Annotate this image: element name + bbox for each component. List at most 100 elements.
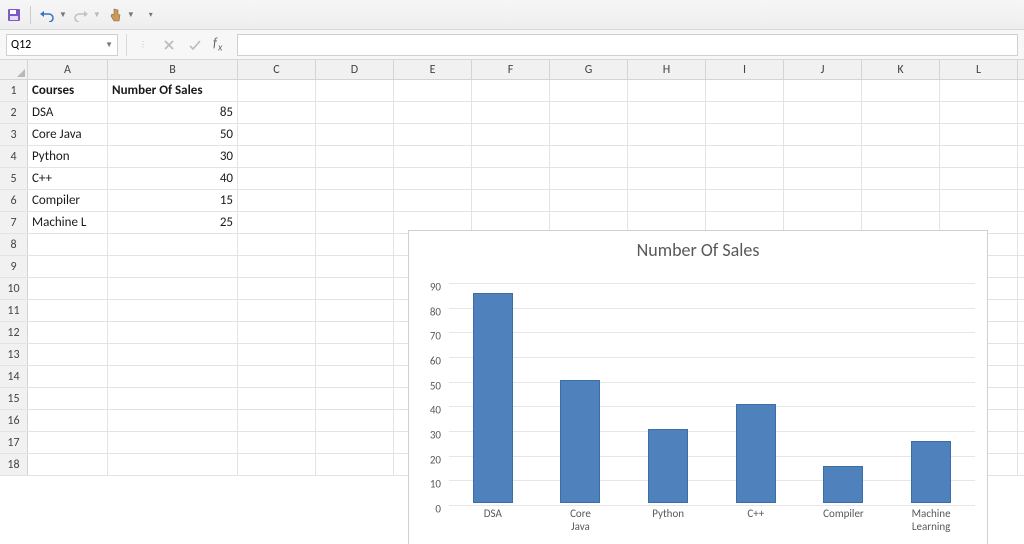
cell-J2[interactable]	[784, 102, 862, 123]
save-icon[interactable]	[6, 7, 22, 23]
cell-I4[interactable]	[706, 146, 784, 167]
formula-bar[interactable]	[237, 34, 1018, 56]
cell-F2[interactable]	[472, 102, 550, 123]
row-header-15[interactable]: 15	[0, 388, 28, 409]
cell-C16[interactable]	[238, 410, 316, 431]
row-header-9[interactable]: 9	[0, 256, 28, 277]
cell-D3[interactable]	[316, 124, 394, 145]
cell-E3[interactable]	[394, 124, 472, 145]
chart-object[interactable]: Number Of Sales 0102030405060708090 DSAC…	[408, 230, 988, 544]
cell-B15[interactable]	[108, 388, 238, 409]
cell-L1[interactable]	[940, 80, 1018, 101]
cell-A15[interactable]	[28, 388, 108, 409]
cell-A2[interactable]: DSA	[28, 102, 108, 123]
cell-D2[interactable]	[316, 102, 394, 123]
cell-C18[interactable]	[238, 454, 316, 475]
row-header-17[interactable]: 17	[0, 432, 28, 453]
name-box[interactable]: Q12 ▼	[6, 34, 118, 56]
cell-C9[interactable]	[238, 256, 316, 277]
cell-G3[interactable]	[550, 124, 628, 145]
cell-B17[interactable]	[108, 432, 238, 453]
cell-B2[interactable]: 85	[108, 102, 238, 123]
cell-B12[interactable]	[108, 322, 238, 343]
cell-G5[interactable]	[550, 168, 628, 189]
cell-K3[interactable]	[862, 124, 940, 145]
cell-I5[interactable]	[706, 168, 784, 189]
cell-C17[interactable]	[238, 432, 316, 453]
cell-A3[interactable]: Core Java	[28, 124, 108, 145]
cell-L3[interactable]	[940, 124, 1018, 145]
cell-C12[interactable]	[238, 322, 316, 343]
cell-D9[interactable]	[316, 256, 394, 277]
cell-C7[interactable]	[238, 212, 316, 233]
cell-E2[interactable]	[394, 102, 472, 123]
cell-B10[interactable]	[108, 278, 238, 299]
column-header-K[interactable]: K	[862, 60, 940, 79]
cell-C6[interactable]	[238, 190, 316, 211]
cell-D5[interactable]	[316, 168, 394, 189]
name-box-dropdown-icon[interactable]: ▼	[105, 40, 113, 50]
cell-A14[interactable]	[28, 366, 108, 387]
cell-I1[interactable]	[706, 80, 784, 101]
cell-E4[interactable]	[394, 146, 472, 167]
cell-B8[interactable]	[108, 234, 238, 255]
cell-A7[interactable]: Machine L	[28, 212, 108, 233]
cell-A13[interactable]	[28, 344, 108, 365]
touch-mode-icon[interactable]	[107, 7, 123, 23]
bar-Python[interactable]	[648, 429, 688, 503]
cell-D11[interactable]	[316, 300, 394, 321]
cell-I6[interactable]	[706, 190, 784, 211]
cell-B7[interactable]: 25	[108, 212, 238, 233]
cell-D13[interactable]	[316, 344, 394, 365]
cell-E1[interactable]	[394, 80, 472, 101]
redo-dropdown-icon[interactable]: ▼	[93, 10, 101, 20]
cell-F4[interactable]	[472, 146, 550, 167]
row-header-13[interactable]: 13	[0, 344, 28, 365]
cell-B18[interactable]	[108, 454, 238, 475]
column-header-L[interactable]: L	[940, 60, 1018, 79]
cell-D10[interactable]	[316, 278, 394, 299]
cell-D17[interactable]	[316, 432, 394, 453]
cell-L2[interactable]	[940, 102, 1018, 123]
row-header-10[interactable]: 10	[0, 278, 28, 299]
row-header-2[interactable]: 2	[0, 102, 28, 123]
cell-G4[interactable]	[550, 146, 628, 167]
cell-F3[interactable]	[472, 124, 550, 145]
row-header-1[interactable]: 1	[0, 80, 28, 101]
cell-A4[interactable]: Python	[28, 146, 108, 167]
cell-L5[interactable]	[940, 168, 1018, 189]
cell-J6[interactable]	[784, 190, 862, 211]
column-header-D[interactable]: D	[316, 60, 394, 79]
touch-dropdown-icon[interactable]: ▼	[127, 10, 135, 20]
row-header-7[interactable]: 7	[0, 212, 28, 233]
cell-A17[interactable]	[28, 432, 108, 453]
column-header-C[interactable]: C	[238, 60, 316, 79]
cell-A18[interactable]	[28, 454, 108, 475]
cell-K5[interactable]	[862, 168, 940, 189]
cell-B9[interactable]	[108, 256, 238, 277]
row-header-16[interactable]: 16	[0, 410, 28, 431]
cell-A16[interactable]	[28, 410, 108, 431]
cell-C8[interactable]	[238, 234, 316, 255]
cell-K6[interactable]	[862, 190, 940, 211]
cell-D18[interactable]	[316, 454, 394, 475]
cell-G2[interactable]	[550, 102, 628, 123]
row-header-18[interactable]: 18	[0, 454, 28, 475]
cell-A5[interactable]: C++	[28, 168, 108, 189]
cell-H5[interactable]	[628, 168, 706, 189]
cell-H3[interactable]	[628, 124, 706, 145]
cell-C4[interactable]	[238, 146, 316, 167]
cell-I3[interactable]	[706, 124, 784, 145]
bar-DSA[interactable]	[473, 293, 513, 503]
cell-B4[interactable]: 30	[108, 146, 238, 167]
cell-J3[interactable]	[784, 124, 862, 145]
column-header-F[interactable]: F	[472, 60, 550, 79]
cell-B3[interactable]: 50	[108, 124, 238, 145]
cell-A8[interactable]	[28, 234, 108, 255]
customize-qat-icon[interactable]: ▾	[149, 10, 153, 20]
cell-A12[interactable]	[28, 322, 108, 343]
column-header-G[interactable]: G	[550, 60, 628, 79]
bar-Compiler[interactable]	[823, 466, 863, 503]
bar-C++[interactable]	[736, 404, 776, 503]
cell-B11[interactable]	[108, 300, 238, 321]
